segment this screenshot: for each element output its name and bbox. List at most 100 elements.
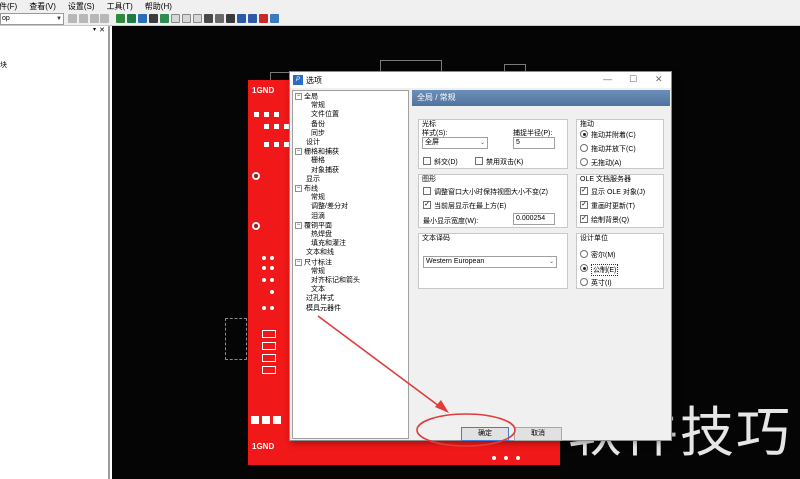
tree-item[interactable]: 文本	[311, 286, 325, 294]
tree-item[interactable]: 对象捕获	[311, 167, 339, 175]
tree-item[interactable]: − 栅格和捕获	[295, 148, 339, 156]
redraw-update-checkbox[interactable]: ✓	[580, 201, 588, 209]
min-display-width-input[interactable]: 0.000254	[513, 213, 555, 225]
tree-item[interactable]: 常规	[311, 268, 325, 276]
tree-item[interactable]: − 覆铜平面	[295, 221, 332, 230]
tool-icon[interactable]	[100, 14, 109, 23]
menu-tools[interactable]: 工具(T)	[104, 1, 136, 12]
layer-select[interactable]: op ▼	[0, 13, 64, 25]
chevron-down-icon[interactable]: ▾	[93, 26, 96, 33]
current-layer-top-checkbox[interactable]: ✓	[423, 201, 431, 209]
brush-icon[interactable]	[226, 14, 235, 23]
tree-item[interactable]: 热焊盘	[311, 231, 332, 239]
route-icon[interactable]	[116, 14, 125, 23]
project-panel: ▾ ✕ 块	[0, 26, 110, 479]
via	[262, 278, 266, 282]
tree-item-label: 布线	[304, 185, 318, 193]
save-icon[interactable]	[138, 14, 147, 23]
move-icon[interactable]	[215, 14, 224, 23]
tree-item[interactable]: 常规	[311, 102, 325, 110]
units-inches-radio[interactable]	[580, 278, 588, 286]
menu-file[interactable]: 件(F)	[0, 1, 20, 12]
tree-expander-icon[interactable]: −	[295, 185, 302, 192]
tree-item-label: 对象捕获	[311, 166, 339, 174]
pad	[262, 342, 276, 350]
tree-item[interactable]: 文本和线	[295, 249, 334, 257]
draw-background-checkbox[interactable]: ✓	[580, 215, 588, 223]
tree-item-label: 覆铜平面	[304, 222, 332, 230]
menu-help[interactable]: 帮助(H)	[142, 1, 175, 12]
redo-icon[interactable]	[79, 14, 88, 23]
tree-item[interactable]: 栅格	[311, 157, 325, 165]
show-ole-checkbox[interactable]: ✓	[580, 187, 588, 195]
ok-button[interactable]: 确定	[461, 427, 509, 441]
tree-item[interactable]: 文件位置	[311, 111, 339, 119]
filter-icon[interactable]	[237, 14, 246, 23]
tree-item[interactable]: − 尺寸标注	[295, 258, 332, 267]
tree-item-label: 对齐标记和箭头	[311, 277, 360, 284]
tree-item[interactable]: 过孔样式	[295, 295, 334, 303]
text-encoding-group: 文本译码 Western European ⌄	[418, 233, 568, 289]
min-display-width-label: 最小显示宽度(W):	[423, 218, 479, 225]
tree-expander-icon[interactable]: −	[295, 148, 302, 156]
select-icon[interactable]	[204, 14, 213, 23]
tree-item[interactable]: 同步	[311, 130, 325, 138]
close-icon[interactable]: ✕	[99, 26, 105, 34]
cross-checkbox[interactable]	[423, 157, 431, 165]
units-metric-radio[interactable]	[580, 264, 588, 272]
tree-item-label: 同步	[311, 129, 325, 137]
cursor-group: 光标 样式(S): 全屏 ⌄ 捕捉半径(P): 5 斜交(D) 禁用双击(K)	[418, 119, 568, 169]
design-units-group-title: 设计单位	[580, 235, 608, 242]
via	[262, 266, 266, 270]
pad-icon[interactable]	[160, 14, 169, 23]
tree-item[interactable]: 调整/差分对	[311, 203, 348, 211]
ole-group: OLE 文档服务器 ✓ 显示 OLE 对象(J) ✓ 重画时更新(T) ✓ 绘制…	[576, 174, 664, 228]
close-icon[interactable]: ✕	[655, 74, 663, 85]
keep-view-size-checkbox[interactable]	[423, 187, 431, 195]
tree-item-label: 过孔样式	[306, 295, 334, 303]
tree-item-label: 调整/差分对	[311, 203, 348, 211]
tree-item[interactable]: 对齐标记和箭头	[311, 277, 360, 285]
minimize-icon[interactable]: —	[603, 74, 612, 84]
via	[492, 456, 496, 460]
cursor-style-select[interactable]: 全屏 ⌄	[422, 137, 488, 149]
drag-drop-radio[interactable]	[580, 144, 588, 152]
tree-item[interactable]: − 全局	[295, 93, 318, 101]
redo-arrow-icon[interactable]	[182, 14, 191, 23]
component-outline	[225, 318, 247, 360]
tree-item[interactable]: 设计	[295, 139, 320, 147]
cancel-button[interactable]: 取消	[514, 427, 562, 441]
maximize-icon[interactable]: ☐	[629, 74, 637, 85]
pad	[262, 416, 270, 424]
highlight-icon[interactable]	[248, 14, 257, 23]
no-drag-radio[interactable]	[580, 158, 588, 166]
undo-arrow-icon[interactable]	[171, 14, 180, 23]
snap-radius-input[interactable]: 5	[513, 137, 555, 149]
zoom-icon[interactable]	[193, 14, 202, 23]
tree-item-label: 设计	[306, 139, 320, 146]
tree-item[interactable]: 常规	[311, 194, 325, 202]
settings-icon[interactable]	[270, 14, 279, 23]
tree-expander-icon[interactable]: −	[295, 258, 302, 266]
tree-item[interactable]: 备份	[311, 121, 325, 129]
disable-double-click-checkbox[interactable]	[475, 157, 483, 165]
tool-icon[interactable]	[90, 14, 99, 23]
menu-settings[interactable]: 设置(S)	[65, 1, 98, 12]
tree-expander-icon[interactable]: −	[295, 221, 302, 229]
tree-item[interactable]: 填充和灌注	[311, 240, 346, 248]
tree-item[interactable]: 显示	[295, 176, 320, 184]
tree-item[interactable]: 模具元器件	[295, 305, 341, 313]
tree-item[interactable]: − 布线	[295, 185, 318, 193]
tree-expander-icon[interactable]: −	[295, 93, 302, 100]
text-encoding-select[interactable]: Western European ⌄	[423, 256, 557, 268]
menu-view[interactable]: 查看(V)	[26, 1, 59, 12]
layer-icon[interactable]	[149, 14, 158, 23]
grid-icon[interactable]	[127, 14, 136, 23]
current-layer-top-label: 当前层显示在最上方(E)	[434, 203, 507, 210]
dialog-titlebar[interactable]: P 选项 — ☐ ✕	[290, 72, 671, 88]
delete-icon[interactable]	[259, 14, 268, 23]
units-mils-radio[interactable]	[580, 250, 588, 258]
undo-icon[interactable]	[68, 14, 77, 23]
tree-item[interactable]: 泪滴	[311, 213, 325, 221]
drag-attach-radio[interactable]	[580, 130, 588, 138]
